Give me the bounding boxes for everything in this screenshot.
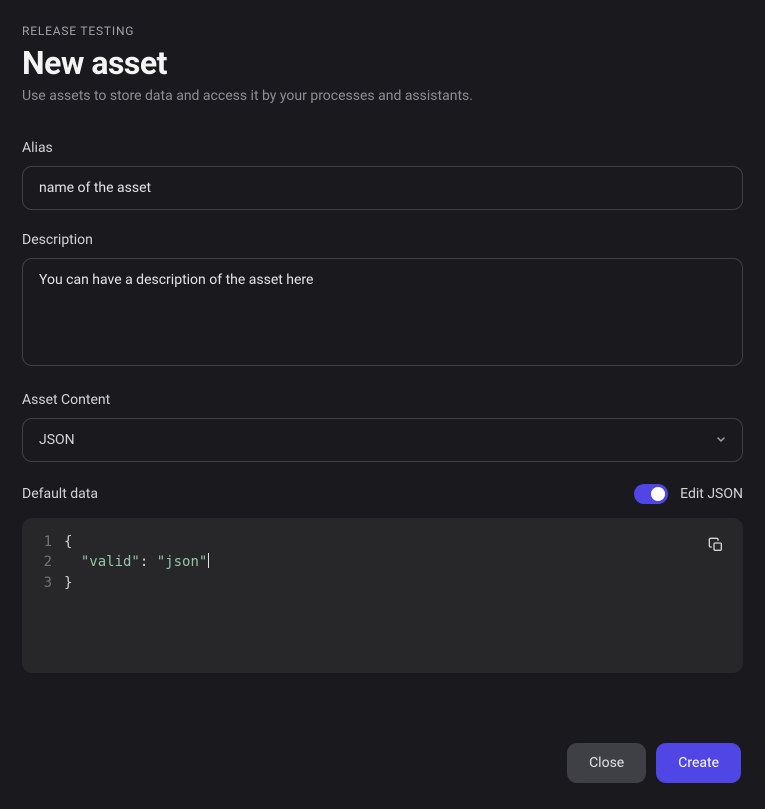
alias-label: Alias (22, 140, 743, 156)
code-token: { (64, 534, 72, 550)
code-token: } (64, 575, 72, 591)
copy-icon (708, 537, 724, 553)
code-line: 2 "valid": "json" (36, 552, 727, 572)
alias-input[interactable] (22, 166, 743, 210)
description-input[interactable]: You can have a description of the asset … (22, 258, 743, 366)
create-button[interactable]: Create (656, 743, 741, 783)
code-token: : (140, 554, 157, 570)
code-line: 3 } (36, 573, 727, 593)
page-title: New asset (22, 44, 743, 82)
close-button[interactable]: Close (567, 743, 646, 783)
code-token: "valid" (81, 554, 140, 570)
footer-actions: Close Create (567, 743, 741, 783)
code-line: 1 { (36, 532, 727, 552)
asset-content-label: Asset Content (22, 392, 743, 408)
page-subtitle: Use assets to store data and access it b… (22, 88, 743, 104)
default-data-label: Default data (22, 486, 98, 502)
breadcrumb: RELEASE TESTING (22, 24, 743, 38)
edit-json-toggle[interactable] (634, 484, 668, 504)
copy-button[interactable] (703, 532, 729, 558)
line-number: 2 (36, 552, 64, 572)
line-number: 3 (36, 573, 64, 593)
asset-content-select[interactable]: JSON (22, 418, 743, 462)
text-cursor (208, 553, 209, 568)
toggle-knob (651, 487, 665, 501)
line-number: 1 (36, 532, 64, 552)
code-token: "json" (157, 554, 208, 570)
code-token (64, 554, 81, 570)
json-code-editor[interactable]: 1 { 2 "valid": "json" 3 } (22, 518, 743, 673)
description-label: Description (22, 232, 743, 248)
edit-json-toggle-label: Edit JSON (680, 486, 743, 502)
